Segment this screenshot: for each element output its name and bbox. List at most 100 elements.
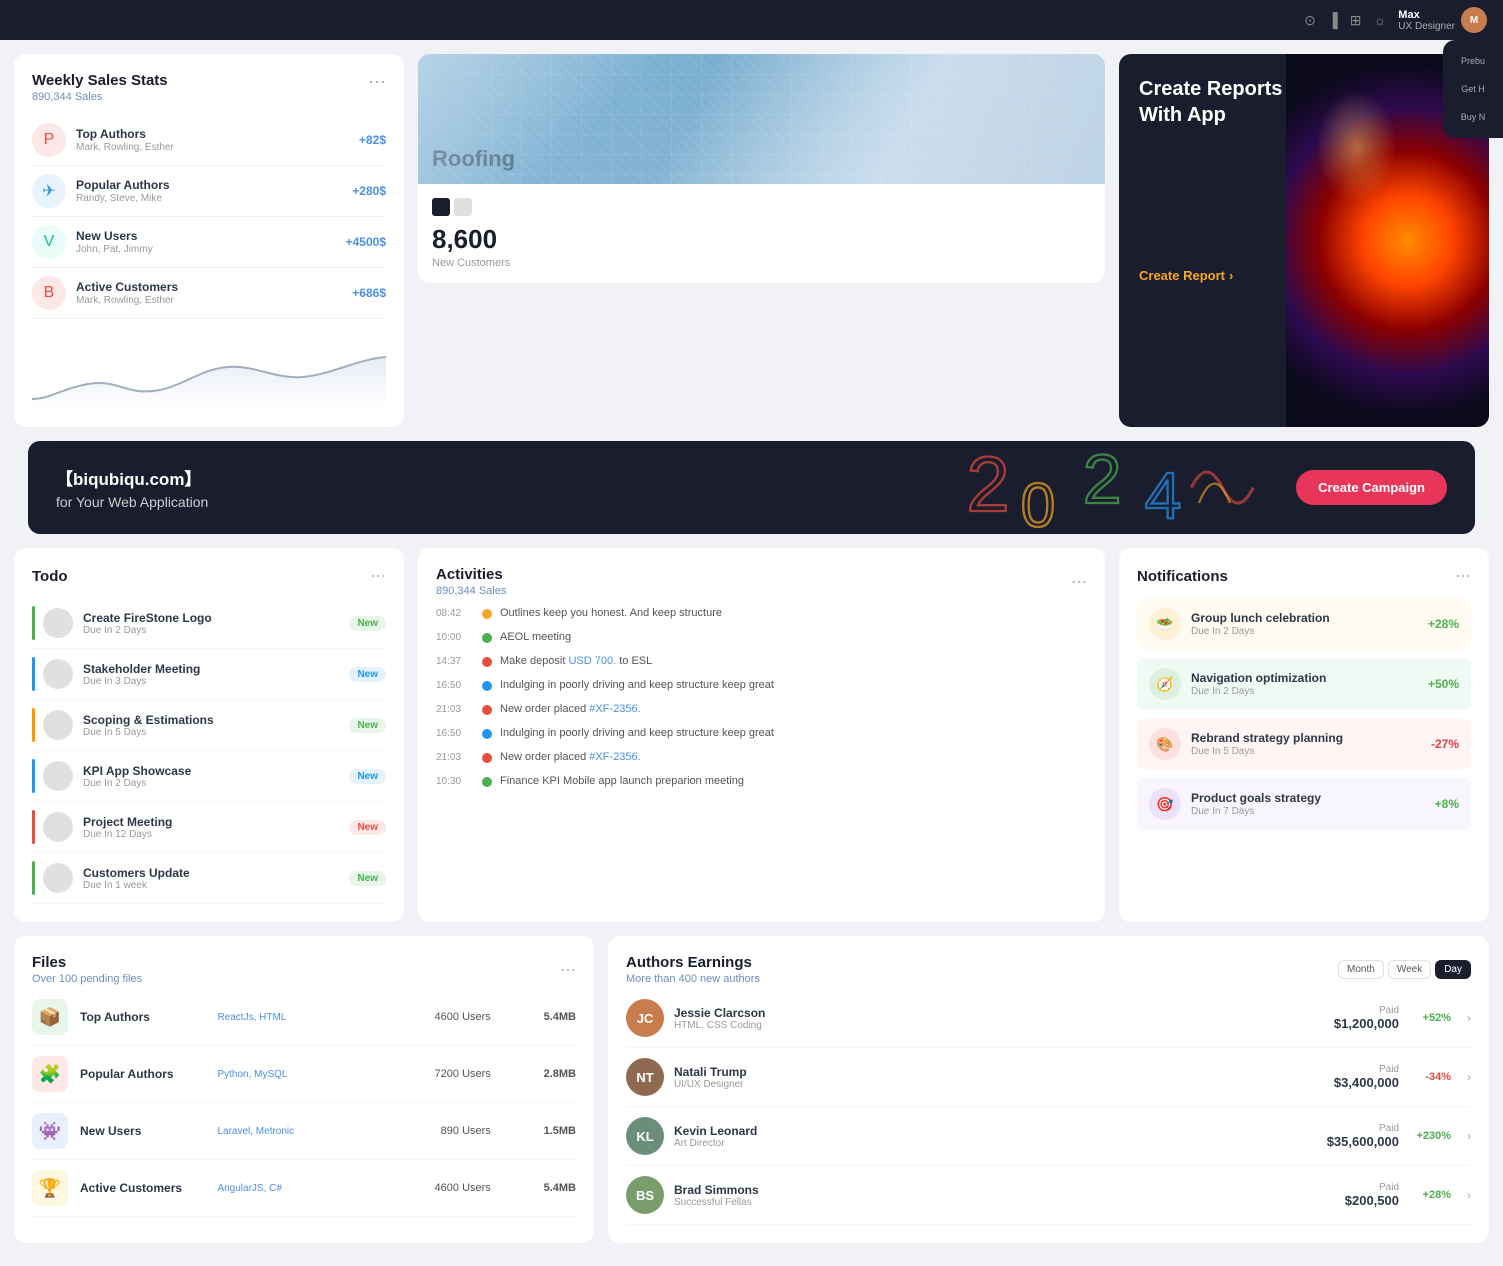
author-paid-label: Paid <box>1334 1064 1399 1075</box>
avatar[interactable]: M <box>1461 7 1487 33</box>
file-size: 5.4MB <box>503 1182 576 1194</box>
notification-icon: 🎨 <box>1149 728 1181 760</box>
notification-value: +8% <box>1435 797 1459 811</box>
icon-box-dark <box>432 198 450 216</box>
author-chevron-icon[interactable]: › <box>1467 1070 1471 1084</box>
activity-link[interactable]: #XF-2356. <box>589 751 640 763</box>
activity-text: New order placed #XF-2356. <box>500 703 1087 715</box>
earnings-filters: MonthWeekDay <box>1338 960 1471 979</box>
create-report-link[interactable]: Create Report › <box>1139 268 1469 283</box>
activity-item: 21:03 New order placed #XF-2356. <box>436 697 1087 721</box>
notification-info: Rebrand strategy planning Due In 5 Days <box>1191 731 1421 757</box>
stat-icon: B <box>32 276 66 310</box>
author-role: HTML, CSS Coding <box>674 1020 1324 1031</box>
todo-menu-icon[interactable]: ⋯ <box>370 566 386 586</box>
notification-icon: 🎯 <box>1149 788 1181 820</box>
files-list: 📦 Top Authors ReactJs, HTML 4600 Users 5… <box>32 989 576 1217</box>
activity-text: Indulging in poorly driving and keep str… <box>500 727 1087 739</box>
author-chevron-icon[interactable]: › <box>1467 1011 1471 1025</box>
stat-people: Randy, Steve, Mike <box>76 193 352 204</box>
notifications-menu-icon[interactable]: ⋯ <box>1455 566 1471 586</box>
activity-dot <box>482 633 492 643</box>
author-change: +230% <box>1409 1130 1451 1142</box>
activity-text: Indulging in poorly driving and keep str… <box>500 679 1087 691</box>
activity-text: Outlines keep you honest. And keep struc… <box>500 607 1087 619</box>
todo-due: Due In 1 week <box>83 880 349 891</box>
file-icon: 👾 <box>32 1113 68 1149</box>
activity-dot <box>482 753 492 763</box>
activity-time: 10:00 <box>436 632 474 643</box>
earnings-filter-button[interactable]: Month <box>1338 960 1384 979</box>
notifications-list: 🥗 Group lunch celebration Due In 2 Days … <box>1137 598 1471 830</box>
notification-info: Product goals strategy Due In 7 Days <box>1191 791 1425 817</box>
notification-title: Rebrand strategy planning <box>1191 731 1421 745</box>
stat-icon: ✈ <box>32 174 66 208</box>
todo-title-text: Customers Update <box>83 866 349 880</box>
activity-text: Finance KPI Mobile app launch preparion … <box>500 775 1087 787</box>
stat-value: +280$ <box>352 184 386 198</box>
activity-link[interactable]: #XF-2356. <box>589 703 640 715</box>
campaign-tagline: for Your Web Application <box>56 494 208 510</box>
stat-info: New Users John, Pat, Jimmy <box>76 229 346 255</box>
notification-item: 🎨 Rebrand strategy planning Due In 5 Day… <box>1137 718 1471 770</box>
todo-badge: New <box>349 820 386 835</box>
topnav: ⊙ ▐ ⊞ ☼ Max UX Designer M <box>0 0 1503 40</box>
card-menu-icon[interactable]: ⋯ <box>368 72 386 93</box>
brightness-icon[interactable]: ☼ <box>1373 12 1386 28</box>
file-icon: 🧩 <box>32 1056 68 1092</box>
todo-bar <box>32 606 35 640</box>
campaign-banner: 【biqubiqu.com】 for Your Web Application … <box>28 441 1475 534</box>
todo-item: KPI App Showcase Due In 2 Days New <box>32 751 386 802</box>
todo-title-text: Project Meeting <box>83 815 349 829</box>
stat-name: Popular Authors <box>76 178 352 192</box>
todo-title-text: Create FireStone Logo <box>83 611 349 625</box>
file-name: Popular Authors <box>80 1067 205 1081</box>
reports-text: Create ReportsWith App Create Report › <box>1119 54 1489 305</box>
file-item: 📦 Top Authors ReactJs, HTML 4600 Users 5… <box>32 989 576 1046</box>
activities-list: 08:42 Outlines keep you honest. And keep… <box>436 601 1087 793</box>
todo-badge: New <box>349 769 386 784</box>
author-name: Jessie Clarcson <box>674 1006 1324 1020</box>
todo-avatar <box>43 863 73 893</box>
author-item: BS Brad Simmons Successful Fellas Paid $… <box>626 1166 1471 1225</box>
todo-badge: New <box>349 616 386 631</box>
author-name: Brad Simmons <box>674 1183 1335 1197</box>
grid-icon[interactable]: ⊞ <box>1350 12 1362 29</box>
notification-info: Group lunch celebration Due In 2 Days <box>1191 611 1418 637</box>
author-info: Natali Trump UI/UX Designer <box>674 1065 1324 1090</box>
author-chevron-icon[interactable]: › <box>1467 1188 1471 1202</box>
activity-time: 21:03 <box>436 752 474 763</box>
author-chevron-icon[interactable]: › <box>1467 1129 1471 1143</box>
todo-info: Scoping & Estimations Due In 5 Days <box>83 713 349 738</box>
stat-row: P Top Authors Mark, Rowling, Esther +82$ <box>32 115 386 166</box>
stat-row: ✈ Popular Authors Randy, Steve, Mike +28… <box>32 166 386 217</box>
earnings-filter-button[interactable]: Day <box>1435 960 1471 979</box>
search-icon[interactable]: ⊙ <box>1304 12 1316 29</box>
activity-time: 10:30 <box>436 776 474 787</box>
sales-chart <box>32 329 386 409</box>
arrow-right-icon: › <box>1229 268 1233 283</box>
earnings-filter-button[interactable]: Week <box>1388 960 1431 979</box>
svg-text:0: 0 <box>1020 471 1054 534</box>
file-tags: Python, MySQL <box>217 1069 374 1080</box>
battery-icon: ▐ <box>1328 12 1338 28</box>
author-info: Kevin Leonard Art Director <box>674 1124 1317 1149</box>
stat-icon: V <box>32 225 66 259</box>
todo-info: KPI App Showcase Due In 2 Days <box>83 764 349 789</box>
reports-title: Create ReportsWith App <box>1139 76 1469 128</box>
stat-info: Active Customers Mark, Rowling, Esther <box>76 280 352 306</box>
authors-list: JC Jessie Clarcson HTML, CSS Coding Paid… <box>626 989 1471 1225</box>
activity-item: 14:37 Make deposit USD 700. to ESL <box>436 649 1087 673</box>
activity-link[interactable]: USD 700. <box>568 655 616 667</box>
todo-due: Due In 2 Days <box>83 778 349 789</box>
notification-value: -27% <box>1431 737 1459 751</box>
activities-menu-icon[interactable]: ⋯ <box>1071 572 1087 592</box>
files-menu-icon[interactable]: ⋯ <box>560 960 576 980</box>
activity-item: 10:30 Finance KPI Mobile app launch prep… <box>436 769 1087 793</box>
file-icon: 🏆 <box>32 1170 68 1206</box>
todo-badge: New <box>349 667 386 682</box>
user-profile[interactable]: Max UX Designer M <box>1398 7 1487 33</box>
todo-bar <box>32 759 35 793</box>
file-size: 2.8MB <box>503 1068 576 1080</box>
stat-info: Popular Authors Randy, Steve, Mike <box>76 178 352 204</box>
